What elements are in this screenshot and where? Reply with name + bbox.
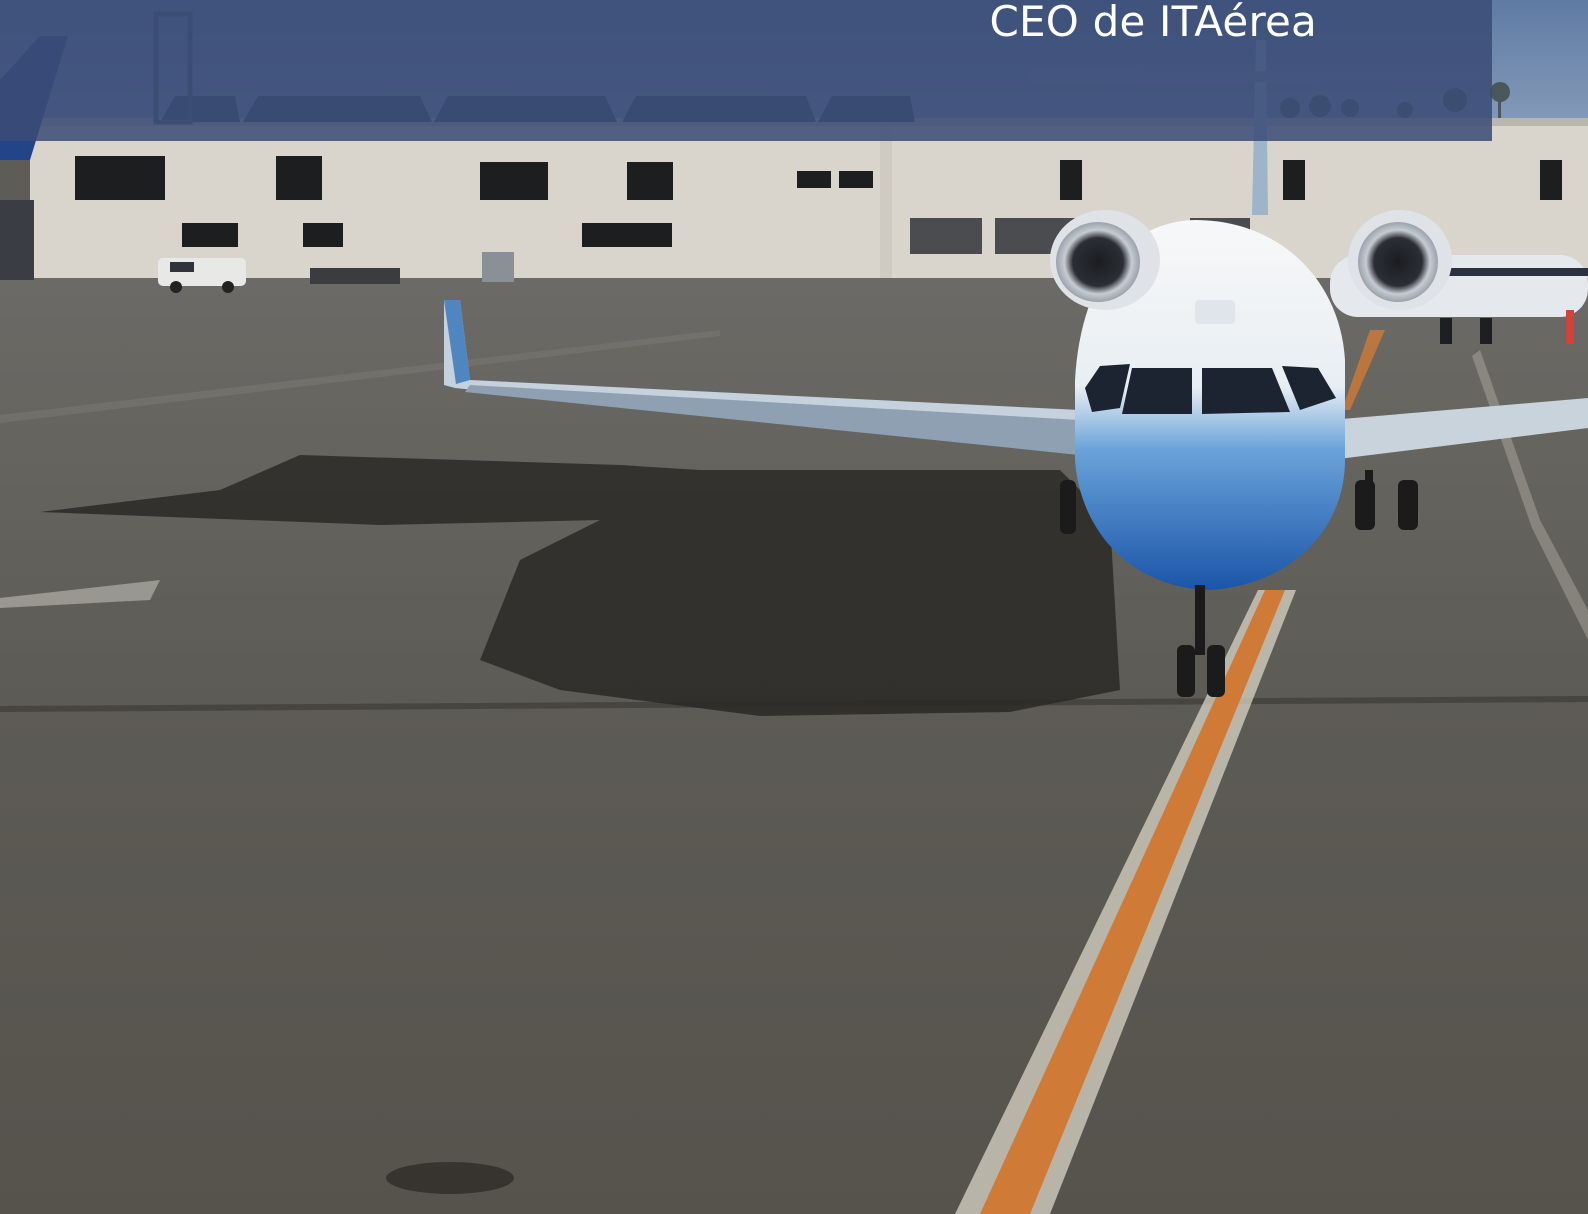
left-engine bbox=[1050, 210, 1160, 310]
right-engine bbox=[1348, 210, 1452, 310]
caption-text: CEO de ITAérea bbox=[989, 0, 1317, 46]
caption-band: CEO de ITAérea bbox=[0, 0, 1492, 141]
ground-crew bbox=[1566, 310, 1574, 344]
airport-apron-photo bbox=[0, 0, 1588, 1214]
photo-illustration bbox=[0, 0, 1588, 1214]
